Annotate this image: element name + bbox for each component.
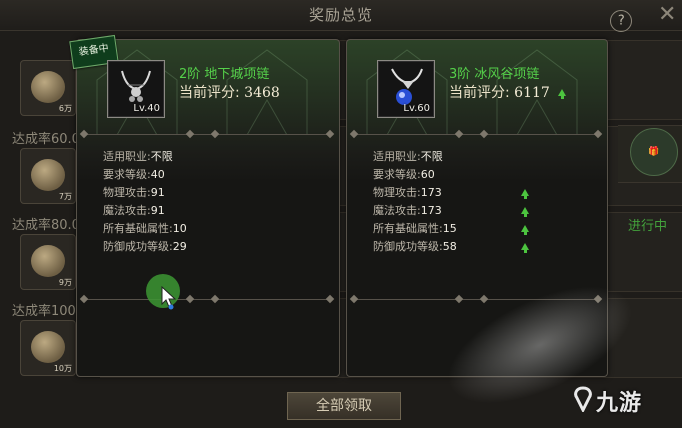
cursor-icon [161,286,177,310]
stat-row: 适用职业:不限 [103,148,323,166]
reward-row-label: 达成率100 [12,304,76,319]
stat-up-arrow-icon [521,243,529,253]
score-label: 当前评分: [449,85,510,101]
coin-icon [31,159,65,191]
coin-icon [31,331,65,363]
stat-value: 173 [420,204,442,217]
stat-row: 所有基础属性:10 [103,220,323,238]
divider [79,294,335,304]
stat-label: 魔法攻击: [373,204,421,217]
stat-up-arrow-icon [521,207,529,217]
stat-label: 要求等级: [103,168,151,181]
reward-row-label: 达成率80.0 [12,218,80,233]
stat-row: 所有基础属性:15 [373,220,593,238]
stat-value: 不限 [420,150,443,163]
status-in-progress: 进行中 [628,219,668,234]
stat-value: 40 [150,168,165,181]
close-icon[interactable]: ✕ [658,2,676,27]
reward-coin-slot[interactable]: 6万 [20,60,76,116]
coin-count: 6万 [58,104,72,113]
item-name: 3阶 冰风谷项链 [449,67,540,82]
window-title: 奖励总览 [308,6,373,24]
reward-coin-slot[interactable]: 7万 [20,148,76,204]
coin-icon [31,71,65,103]
stat-value: 不限 [150,150,173,163]
score-up-arrow-icon [558,89,567,99]
stat-label: 物理攻击: [373,186,421,199]
stat-label: 魔法攻击: [103,204,151,217]
item-name: 2阶 地下城项链 [179,67,270,82]
stat-label: 物理攻击: [103,186,151,199]
score-value: 6117 [514,85,550,101]
reward-coin-slot[interactable]: 10万 [20,320,76,376]
stat-row: 防御成功等级:58 [373,238,593,256]
equipped-item-card: 装备中 Lv.40 2阶 地下城项链 当前评分: 3468 适用职业:不限 要求… [69,34,340,377]
coin-icon [31,245,65,277]
gift-badge-icon[interactable]: 🎁 [630,128,678,176]
stat-row: 物理攻击:173 [373,184,593,202]
score-value: 3468 [244,85,280,101]
stat-row: 物理攻击:91 [103,184,323,202]
stat-label: 要求等级: [373,168,421,181]
stat-row: 要求等级:60 [373,166,593,184]
divider [349,129,603,139]
reward-row-label: 达成率60.0 [12,132,80,147]
item-level: Lv.60 [403,103,430,114]
coin-count: 10万 [53,364,72,373]
stat-label: 所有基础属性: [103,222,173,235]
stat-value: 91 [150,204,165,217]
stat-row: 适用职业:不限 [373,148,593,166]
coin-count: 7万 [58,192,72,201]
stat-value: 58 [442,240,457,253]
stat-label: 防御成功等级: [103,240,173,253]
item-level: Lv.40 [133,103,160,114]
stat-value: 15 [442,222,457,235]
score-line: 当前评分: 3468 [179,82,280,102]
item-slot[interactable]: Lv.40 [107,60,165,118]
stat-row: 魔法攻击:173 [373,202,593,220]
item-slot[interactable]: Lv.60 [377,60,435,118]
stat-label: 防御成功等级: [373,240,443,253]
stat-value: 29 [172,240,187,253]
stat-list: 适用职业:不限 要求等级:60 物理攻击:173 魔法攻击:173 所有基础属性… [373,148,593,256]
stat-row: 要求等级:40 [103,166,323,184]
coin-count: 9万 [58,278,72,287]
stat-up-arrow-icon [521,225,529,235]
stat-label: 适用职业: [373,150,421,163]
stat-list: 适用职业:不限 要求等级:40 物理攻击:91 魔法攻击:91 所有基础属性:1… [103,148,323,256]
stat-value: 91 [150,186,165,199]
stat-value: 173 [420,186,442,199]
jiuyou-logo-icon [574,386,592,412]
stat-value: 10 [172,222,187,235]
stat-up-arrow-icon [521,189,529,199]
claim-all-button[interactable]: 全部领取 [287,392,401,420]
reward-coin-slot[interactable]: 9万 [20,234,76,290]
stat-row: 魔法攻击:91 [103,202,323,220]
watermark: 九游 [596,391,643,416]
divider [79,129,335,139]
stat-value: 60 [420,168,435,181]
stat-row: 防御成功等级:29 [103,238,323,256]
score-line: 当前评分: 6117 [449,82,567,102]
score-label: 当前评分: [179,85,240,101]
stat-label: 适用职业: [103,150,151,163]
stat-label: 所有基础属性: [373,222,443,235]
help-label: ? [617,13,625,28]
